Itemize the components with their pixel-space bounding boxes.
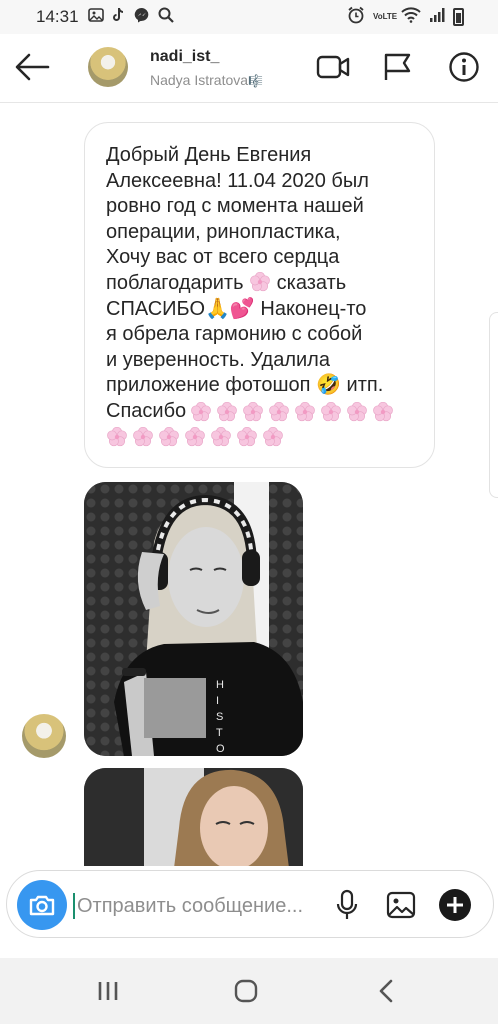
flower-group <box>106 426 414 447</box>
status-bar: 14:31 VoLTE <box>0 0 498 34</box>
cherry-blossom-icon <box>184 426 206 447</box>
photo-woman-headphones[interactable]: H I S T O <box>84 482 303 756</box>
video-call-icon[interactable] <box>316 50 350 84</box>
cherry-blossom-icon <box>372 401 394 422</box>
cherry-blossom-icon <box>236 426 258 447</box>
cherry-blossom-icon <box>106 426 128 447</box>
signal-icon <box>429 7 445 26</box>
photo-woman-selfie[interactable] <box>84 768 303 868</box>
svg-text:I: I <box>216 695 219 707</box>
status-left-icons <box>88 7 174 27</box>
message-line: я обрела гармонию с собой <box>106 323 363 346</box>
flower-group <box>190 401 394 422</box>
cherry-blossom-icon <box>216 401 238 422</box>
add-icon[interactable] <box>437 887 473 923</box>
camera-icon[interactable] <box>17 880 67 930</box>
info-icon[interactable] <box>447 50 481 84</box>
message-bubble[interactable]: Добрый День Евгения Алексеевна! 11.04 20… <box>84 122 435 468</box>
messenger-icon <box>134 7 150 27</box>
message-text: итп. <box>346 374 384 397</box>
status-right-icons: VoLTE <box>347 6 464 27</box>
message-line: поблагодарить сказать <box>106 271 414 297</box>
message-line: Хочу вас от всего сердца <box>106 246 340 269</box>
message-line: и уверенность. Удалила <box>106 348 330 371</box>
scroll-handle[interactable] <box>489 312 498 498</box>
photo-icon <box>88 7 104 27</box>
tiktok-icon <box>112 7 126 27</box>
message-line: приложение фотошоп 🤣 итп. <box>106 373 414 399</box>
status-time: 14:31 <box>36 7 79 26</box>
microphone-icon[interactable] <box>329 887 365 923</box>
message-input[interactable] <box>77 891 331 921</box>
cherry-blossom-icon <box>320 401 342 422</box>
chat-header: nadi_ist_ Nadya Istratova🎼 <box>0 34 498 103</box>
text-cursor <box>73 893 75 919</box>
gallery-icon[interactable] <box>383 887 419 923</box>
wifi-icon <box>401 7 421 26</box>
volte-icon: VoLTE <box>373 11 398 21</box>
message-line: ровно год с момента нашей <box>106 195 364 218</box>
message-line: операции, ринопластика, <box>106 220 341 243</box>
cherry-blossom-icon <box>242 401 264 422</box>
cherry-blossom-icon <box>268 401 290 422</box>
svg-text:O: O <box>216 743 225 755</box>
cherry-blossom-icon <box>262 426 284 447</box>
back-arrow-icon[interactable] <box>14 52 50 82</box>
back-icon[interactable] <box>366 976 406 1006</box>
search-icon <box>158 7 174 27</box>
sender-avatar[interactable] <box>22 714 66 758</box>
message-line: Спасибо <box>106 399 414 425</box>
cherry-blossom-icon <box>346 401 368 422</box>
cherry-blossom-icon <box>190 401 212 422</box>
recent-apps-icon[interactable] <box>88 976 128 1006</box>
cherry-blossom-icon <box>210 426 232 447</box>
pray-emoji: 🙏 <box>205 297 230 320</box>
chat-fullname-text: Nadya Istratova <box>150 72 249 88</box>
message-composer <box>0 866 498 958</box>
chat-username[interactable]: nadi_ist_ <box>150 48 219 66</box>
hearts-emoji: 💕 <box>229 297 255 320</box>
message-line: СПАСИБО🙏💕 Наконец-то <box>106 297 414 323</box>
message-text: сказать <box>276 271 347 294</box>
message-text: Спасибо <box>106 399 187 422</box>
avatar[interactable] <box>88 47 128 87</box>
cherry-blossom-icon <box>158 426 180 447</box>
flag-icon[interactable] <box>381 50 415 84</box>
alarm-icon <box>347 6 365 27</box>
shirt-text: H <box>216 679 224 691</box>
composer-box <box>6 870 494 938</box>
music-glyph: 🎼 <box>248 74 264 88</box>
svg-text:T: T <box>216 727 223 739</box>
message-text: СПАСИБО <box>106 297 205 320</box>
cherry-blossom-icon <box>294 401 316 422</box>
svg-text:S: S <box>216 711 223 723</box>
message-text: Наконец-то <box>260 297 367 320</box>
system-nav-bar <box>0 958 498 1024</box>
cherry-blossom-icon <box>249 271 271 292</box>
chat-fullname: Nadya Istratova🎼 <box>150 72 263 88</box>
laugh-emoji: 🤣 <box>316 374 341 397</box>
cherry-blossom-icon <box>132 426 154 447</box>
home-icon[interactable] <box>226 976 266 1006</box>
message-text: поблагодарить <box>106 271 244 294</box>
message-text: приложение фотошоп <box>106 374 311 397</box>
battery-icon <box>453 7 464 26</box>
message-line: Алексеевна! 11.04 2020 был <box>106 169 369 192</box>
message-line: Добрый День Евгения <box>106 144 312 166</box>
